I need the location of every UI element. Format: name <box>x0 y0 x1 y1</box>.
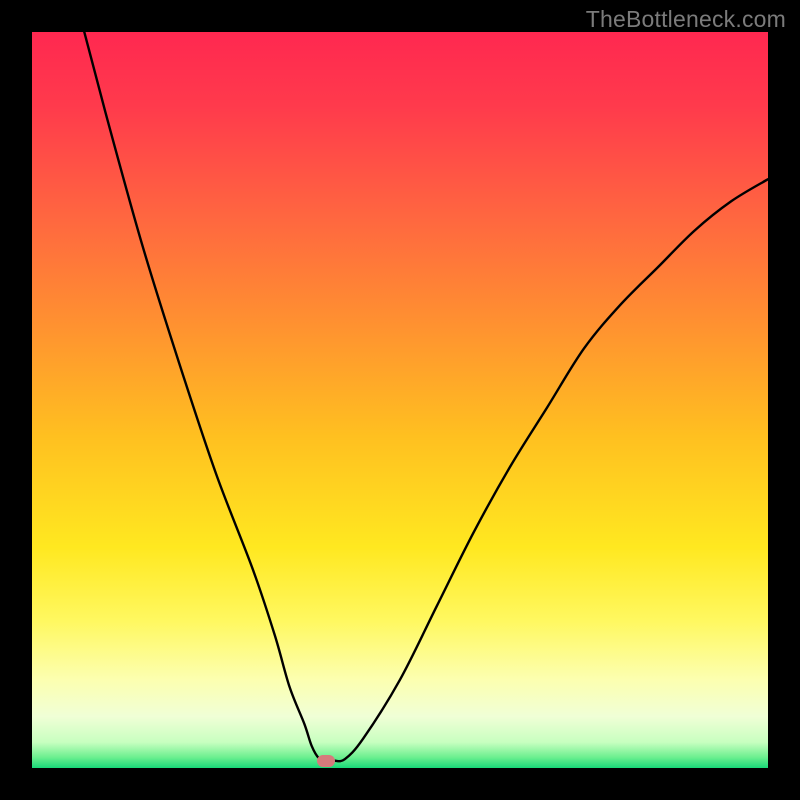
bottleneck-curve <box>32 32 768 761</box>
chart-plot-area <box>32 32 768 768</box>
watermark-text: TheBottleneck.com <box>586 6 786 33</box>
optimal-point-marker <box>317 755 335 767</box>
chart-frame <box>32 32 768 768</box>
chart-curve-layer <box>32 32 768 768</box>
